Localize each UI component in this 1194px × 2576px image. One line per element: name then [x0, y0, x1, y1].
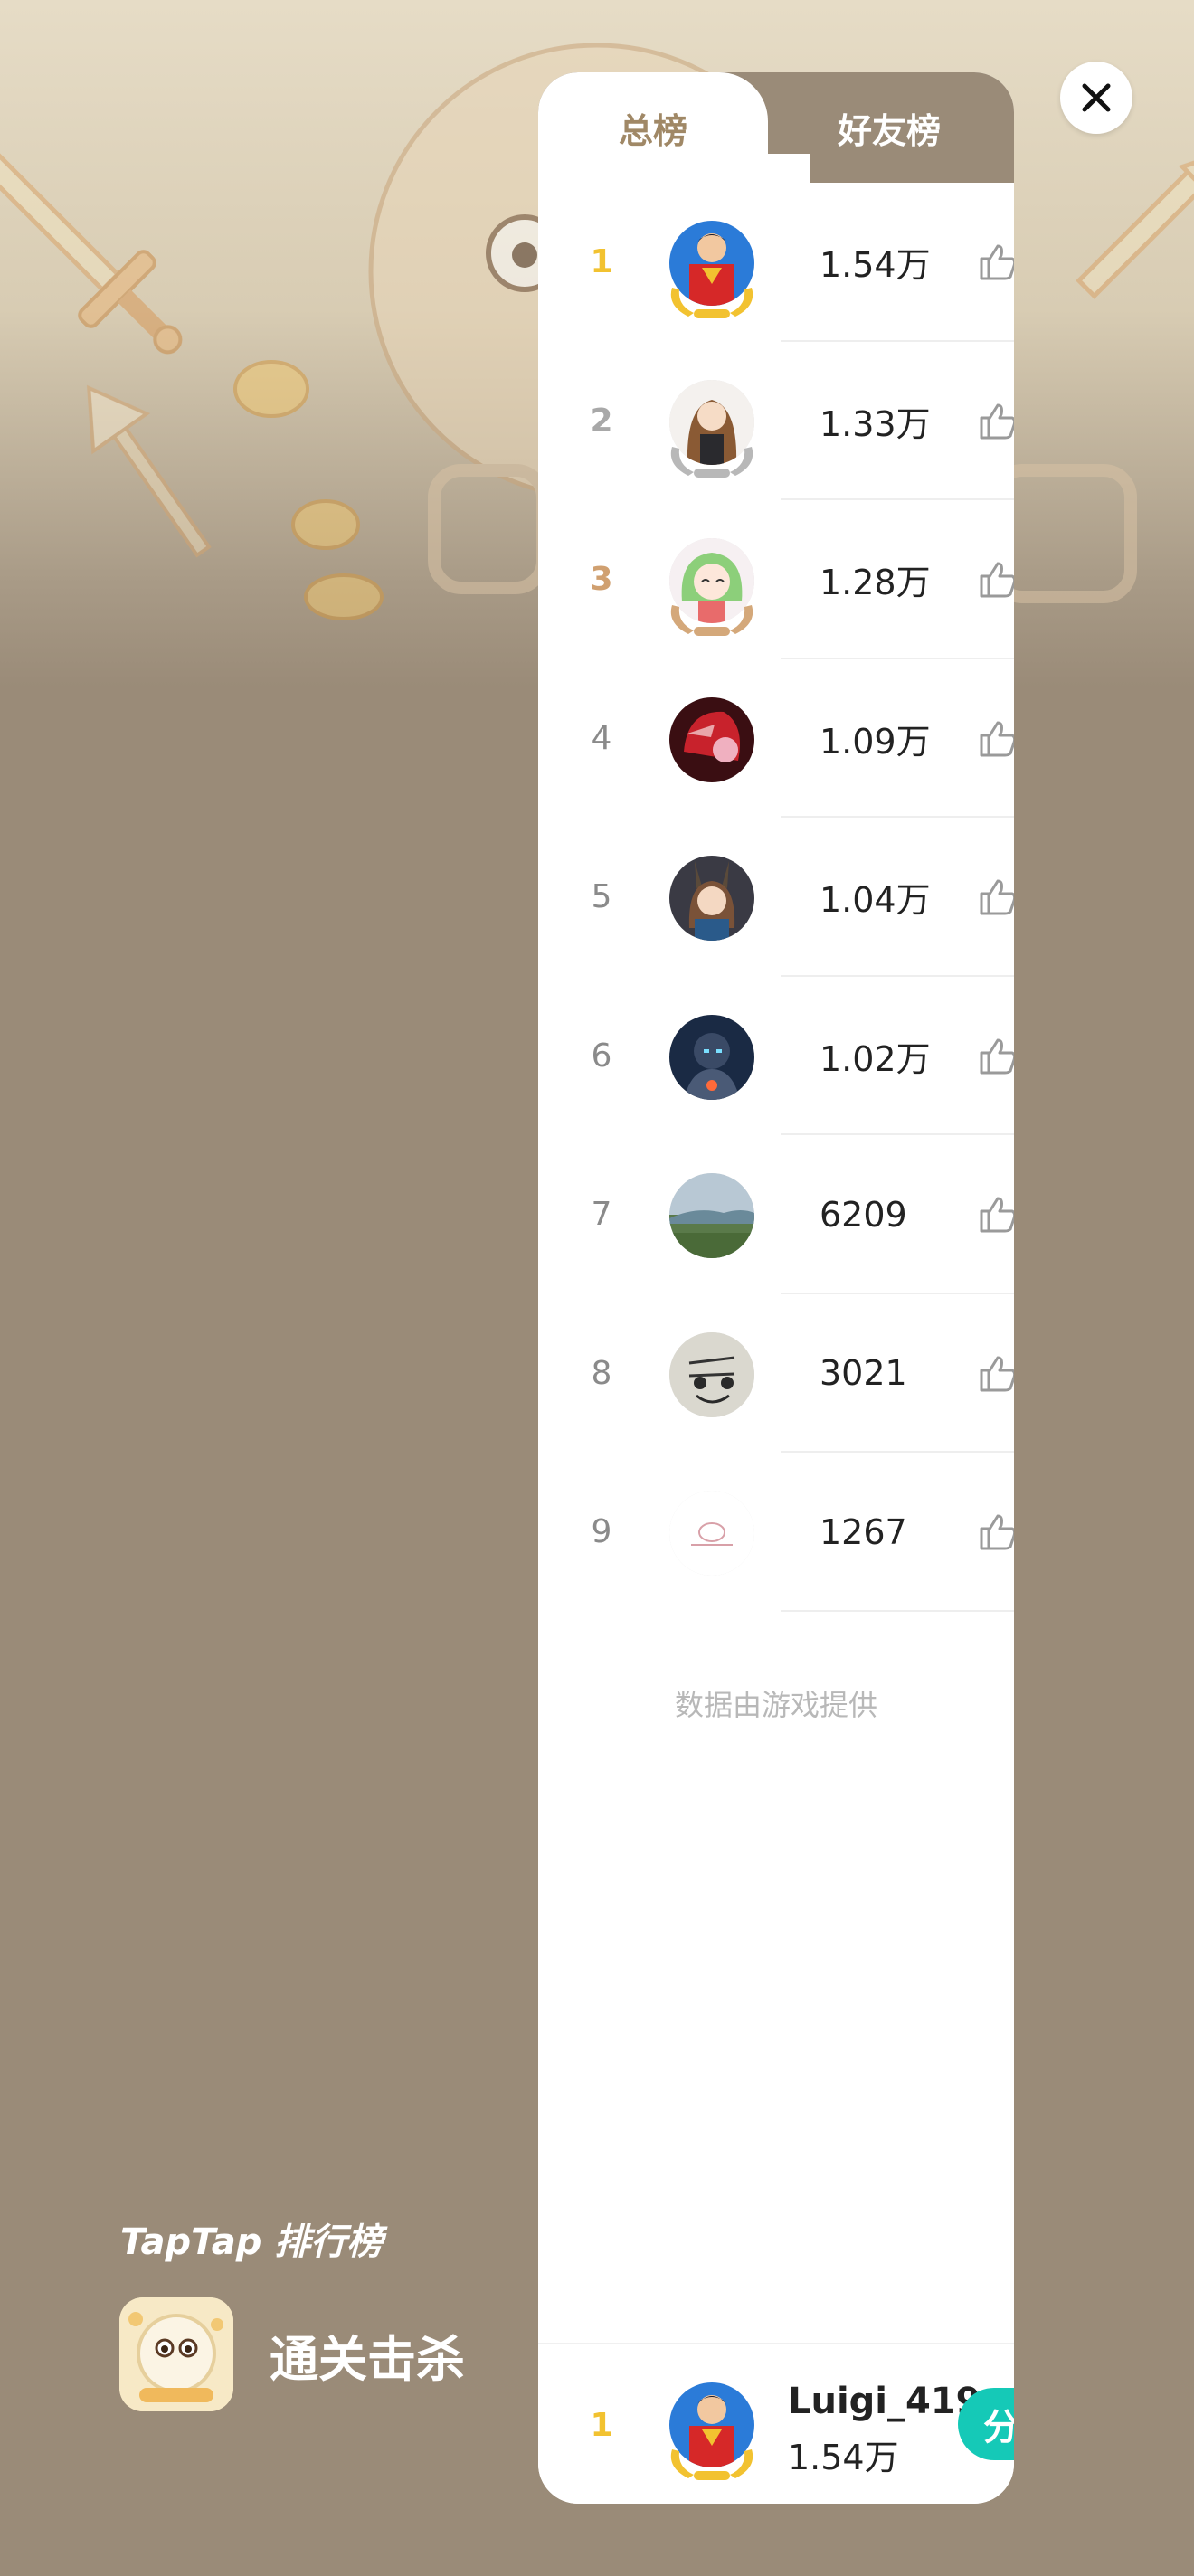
thumbs-up-icon[interactable]: [974, 1033, 1014, 1078]
leaderboard-list: 1 1.54万 2 1.33万 3 1.28万 4 1.09万 5 1.04万 6 1.02…: [538, 183, 1014, 1612]
rank-number: 9: [591, 1513, 612, 1551]
leaderboard-row[interactable]: 1 1.54万: [538, 183, 1014, 342]
landscape-avatar[interactable]: [669, 1173, 754, 1258]
leaderboard-row[interactable]: 9 1267: [538, 1453, 1014, 1612]
row-divider: [781, 1609, 1014, 1612]
leaderboard-row[interactable]: 5 1.04万: [538, 818, 1014, 977]
thumbs-up-icon[interactable]: [974, 874, 1014, 919]
thumbs-up-icon[interactable]: [974, 398, 1014, 443]
rank-number: 8: [591, 1354, 612, 1392]
close-button[interactable]: [1060, 62, 1132, 134]
score-value: 1.09万: [820, 721, 931, 762]
rank-number: 2: [590, 402, 613, 440]
laurel-icon: [670, 288, 753, 318]
my-rank-number: 1: [590, 2406, 613, 2444]
leaderboard-row[interactable]: 2 1.33万: [538, 342, 1014, 500]
leaderboard-row[interactable]: 7 6209: [538, 1135, 1014, 1294]
leaderboard-row[interactable]: 8 3021: [538, 1294, 1014, 1453]
laurel-icon: [670, 605, 753, 636]
close-icon: [1082, 83, 1111, 112]
score-value: 6209: [820, 1194, 907, 1235]
gold-laurel-icon: [670, 2449, 753, 2480]
leaderboard-row[interactable]: 4 1.09万: [538, 659, 1014, 818]
leaderboard-row[interactable]: 6 1.02万: [538, 977, 1014, 1135]
thumbs-up-icon[interactable]: [974, 1191, 1014, 1236]
score-value: 1.54万: [820, 245, 931, 286]
score-value: 1267: [820, 1511, 907, 1552]
game-name: 通关击杀: [270, 2330, 465, 2388]
rank-number: 4: [591, 719, 612, 757]
score-value: 1.04万: [820, 880, 931, 921]
pink-sketch-avatar[interactable]: [669, 1491, 754, 1576]
leaderboard-row[interactable]: 3 1.28万: [538, 500, 1014, 659]
smiley-face-avatar[interactable]: [669, 1331, 754, 1417]
thumbs-up-icon[interactable]: [974, 1509, 1014, 1554]
leaderboard-panel: 好友榜 总榜 1 1.54万 2 1.33万 3 1.28万 4 1.09万 5 1.04…: [538, 72, 1014, 2504]
taptap-leaderboard-title: TapTap 排行榜: [120, 2221, 384, 2263]
rank-number: 5: [591, 878, 612, 916]
score-value: 1.28万: [820, 563, 931, 603]
score-value: 1.02万: [820, 1038, 931, 1079]
my-rank-bar: 1 Luigi_419 1.54万 分: [538, 2343, 1014, 2504]
data-source-note: 数据由游戏提供: [674, 1688, 877, 1722]
rank-number: 1: [590, 243, 613, 281]
laurel-icon: [670, 446, 753, 478]
rank-number: 3: [590, 561, 613, 599]
rank-number: 7: [591, 1196, 612, 1234]
score-value: 1.33万: [820, 403, 931, 444]
thumbs-up-icon[interactable]: [974, 715, 1014, 761]
thumbs-up-icon[interactable]: [974, 556, 1014, 601]
thumbs-up-icon[interactable]: [974, 1350, 1014, 1396]
tab-bar: 好友榜 总榜: [538, 72, 1014, 190]
thumbs-up-icon[interactable]: [974, 239, 1014, 284]
game-icon[interactable]: [119, 2297, 233, 2411]
my-score: 1.54万: [788, 2438, 899, 2477]
my-username: Luigi_419: [788, 2381, 981, 2422]
bunny-ear-girl-avatar[interactable]: [669, 856, 754, 941]
score-value: 3021: [820, 1353, 907, 1394]
armored-hero-avatar[interactable]: [669, 1014, 754, 1100]
red-helmet-avatar[interactable]: [669, 696, 754, 782]
tab-total[interactable]: 总榜: [538, 72, 768, 183]
rank-number: 6: [591, 1037, 612, 1075]
